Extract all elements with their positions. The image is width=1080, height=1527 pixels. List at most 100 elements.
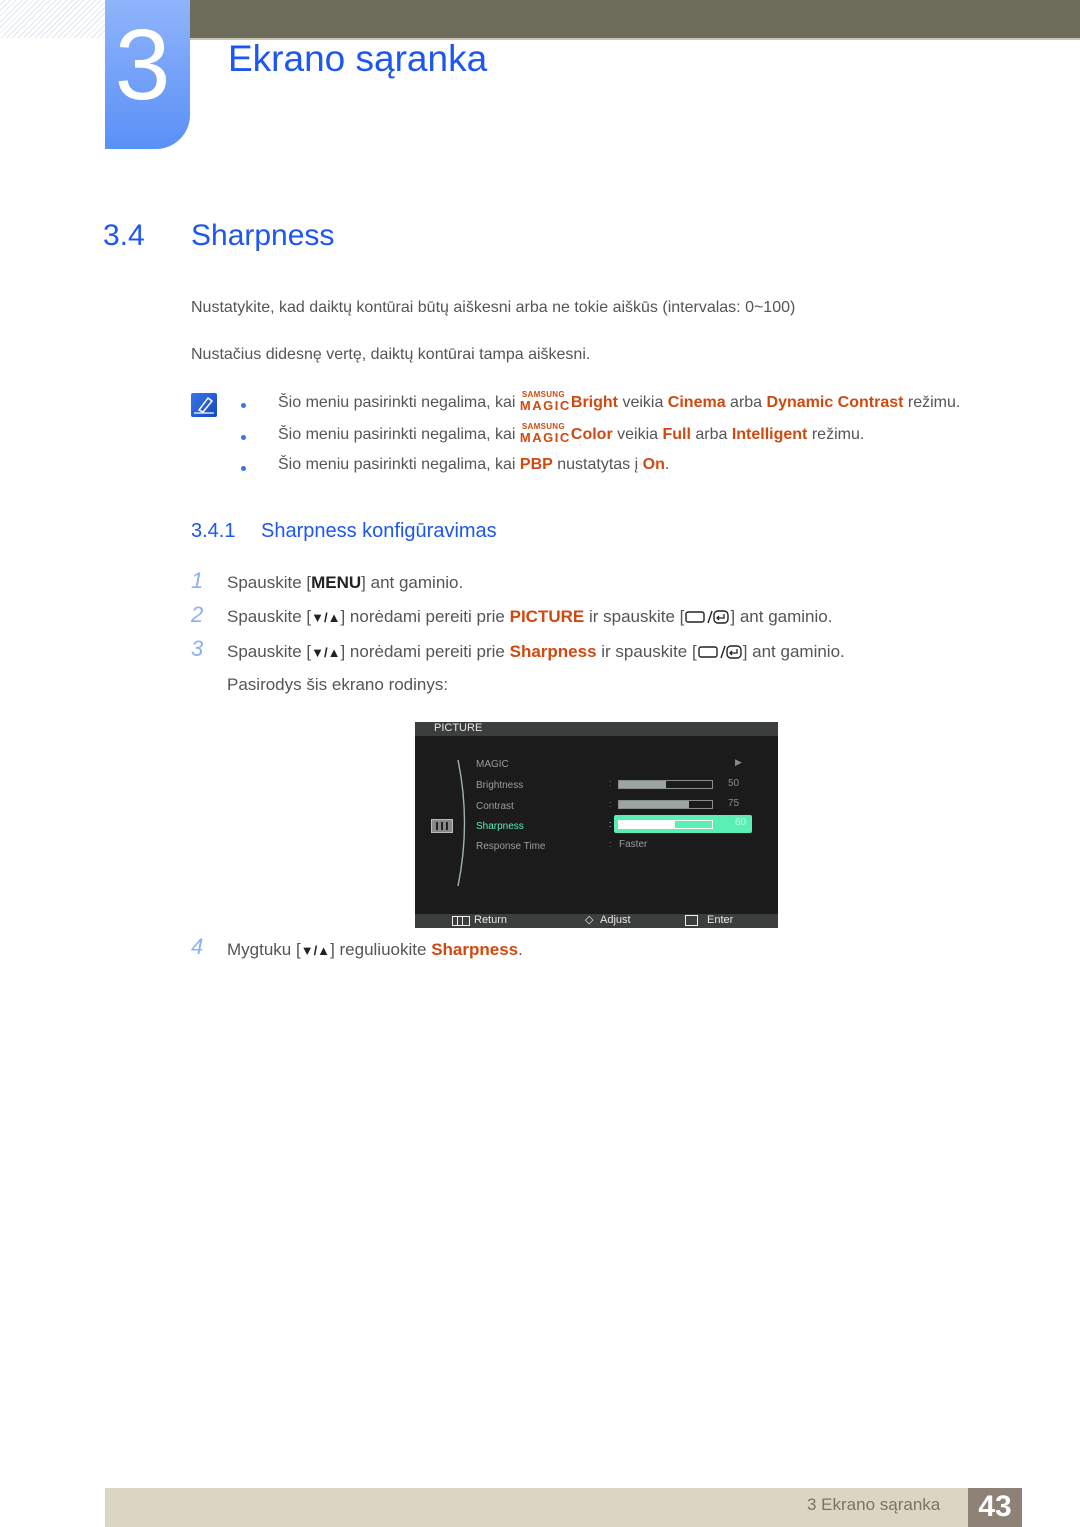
adjust-label[interactable]: Adjust (600, 914, 631, 926)
sharpness-slider[interactable] (618, 820, 713, 829)
note-text: Šio meniu pasirinkti negalima, kai (278, 426, 520, 443)
samsung-magic-logo: SAMSUNG MAGIC (519, 422, 571, 445)
highlight: Intelligent (731, 426, 808, 443)
section-number: 3.4 (103, 219, 145, 252)
section-title: Sharpness (191, 219, 335, 252)
note-item: Šio meniu pasirinkti negalima, kai PBP n… (278, 456, 669, 474)
text: ] ant gaminio. (361, 573, 464, 592)
highlight: Sharpness (509, 642, 597, 661)
text: ] ant gaminio. (730, 607, 833, 626)
osd-item-magic[interactable]: MAGIC (476, 759, 509, 770)
text: Mygtuku [ (227, 940, 301, 959)
bullet-dot (241, 435, 246, 440)
magic-word: Bright (570, 394, 618, 411)
intro-paragraph: Nustatykite, kad daiktų kontūrai būtų ai… (191, 299, 796, 316)
slider-fill (619, 781, 666, 788)
chapter-tab: 3 (105, 0, 190, 149)
highlight: On (642, 456, 665, 473)
source-enter-icon (684, 609, 730, 630)
osd-header: PICTURE (415, 722, 778, 736)
osd-item-contrast[interactable]: Contrast (476, 801, 514, 812)
osd-arc (457, 760, 466, 886)
source-enter-icon (697, 644, 743, 665)
decorative-stripes (0, 0, 105, 38)
text: ] reguliuokite (330, 940, 432, 959)
contrast-value: 75 (728, 798, 740, 809)
subsection-heading: 3.4.1 Sharpness konfigūravimas (191, 520, 497, 543)
text: ] norėdami pereiti prie (340, 642, 510, 661)
contrast-slider[interactable] (618, 800, 713, 809)
text: Spauskite [ (227, 642, 312, 661)
chapter-number: 3 (114, 9, 171, 121)
slider-fill (619, 801, 689, 808)
step-text: Spauskite [▼/▲] norėdami pereiti prie Sh… (227, 642, 845, 665)
note-icon (191, 393, 217, 417)
menu-key: MENU (311, 573, 362, 592)
text: ] ant gaminio. (742, 642, 845, 661)
step-number: 4 (191, 934, 204, 959)
step-text: Mygtuku [▼/▲] reguliuokite Sharpness. (227, 940, 523, 960)
magic-bottom: MAGIC (519, 398, 571, 413)
step-number: 2 (191, 602, 204, 627)
brightness-value: 50 (728, 778, 740, 789)
note-item: Šio meniu pasirinkti negalima, kai SAMSU… (278, 422, 865, 445)
menu-icon (431, 819, 453, 833)
osd-item-brightness[interactable]: Brightness (476, 780, 523, 791)
osd-title: PICTURE (434, 722, 483, 734)
osd-item-response-time[interactable]: Response Time (476, 841, 545, 852)
magic-bottom: MAGIC (519, 430, 571, 445)
slider-fill (619, 821, 675, 828)
page-number-box: 43 (968, 1488, 1022, 1527)
text: Spauskite [ (227, 573, 312, 592)
return-icon (452, 916, 470, 926)
detail-paragraph: Nustačius didesnę vertę, daiktų kontūrai… (191, 346, 591, 363)
text: ir spauskite [ (596, 642, 697, 661)
highlight: PBP (519, 456, 553, 473)
colon: : (609, 839, 612, 849)
step-text: Spauskite [▼/▲] norėdami pereiti prie PI… (227, 607, 832, 630)
adjust-icon: ◇ (585, 914, 594, 926)
note-text: arba (725, 394, 767, 411)
magic-word: Color (570, 426, 613, 443)
osd-footer: Return ◇ Adjust Enter (415, 914, 778, 928)
highlight: Dynamic Contrast (766, 394, 904, 411)
note-text: arba (690, 426, 732, 443)
subsection-number: 3.4.1 (191, 520, 236, 542)
colon: : (609, 799, 612, 809)
return-label[interactable]: Return (474, 914, 507, 926)
step-number: 3 (191, 636, 204, 661)
step-text: Pasirodys šis ekrano rodinys: (227, 675, 449, 694)
note-text: veikia (612, 426, 663, 443)
enter-label[interactable]: Enter (707, 914, 733, 926)
sharpness-value: 60 (735, 817, 747, 828)
osd-item-sharpness[interactable]: Sharpness (476, 821, 524, 832)
brightness-slider[interactable] (618, 780, 713, 789)
text: . (518, 940, 523, 959)
highlight: Cinema (667, 394, 726, 411)
bullet-dot (241, 466, 246, 471)
note-text: veikia (618, 394, 668, 411)
arrow-keys: ▼/▲ (311, 645, 341, 660)
arrow-keys: ▼/▲ (311, 610, 341, 625)
note-text: režimu. (807, 426, 865, 443)
highlight: Full (662, 426, 691, 443)
sharpness-slider-selected[interactable]: 60 (614, 815, 752, 833)
enter-icon (685, 915, 698, 926)
note-text: Šio meniu pasirinkti negalima, kai (278, 456, 520, 473)
text: ] norėdami pereiti prie (340, 607, 510, 626)
highlight: Sharpness (431, 940, 519, 959)
text: Spauskite [ (227, 607, 312, 626)
subsection-title: Sharpness konfigūravimas (261, 520, 497, 542)
submenu-arrow-icon[interactable]: ▶ (735, 757, 742, 768)
header-bar (190, 0, 1080, 38)
colon: : (609, 778, 612, 788)
note-text: režimu. (903, 394, 961, 411)
bullet-dot (241, 403, 246, 408)
footer-chapter-text: 3 Ekrano sąranka (807, 1495, 941, 1514)
page-number: 43 (978, 1490, 1012, 1523)
step-text: Spauskite [MENU] ant gaminio. (227, 573, 463, 593)
arrow-keys: ▼/▲ (300, 943, 331, 958)
text: ir spauskite [ (584, 607, 685, 626)
chapter-title: Ekrano sąranka (228, 38, 488, 79)
response-time-value: Faster (619, 839, 648, 850)
